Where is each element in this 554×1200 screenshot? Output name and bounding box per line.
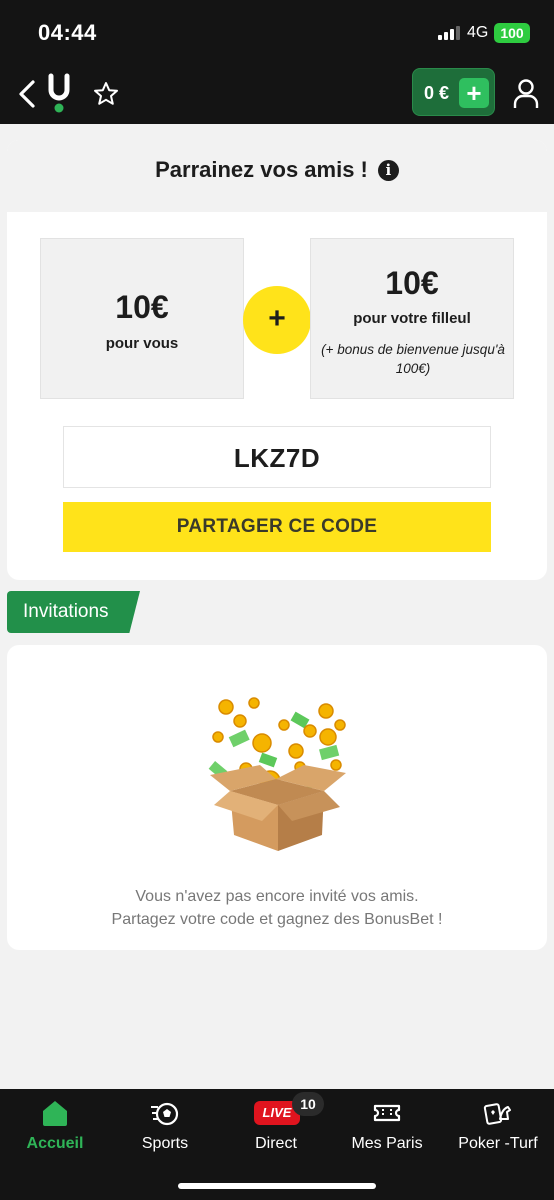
tab-invitations[interactable]: Invitations — [7, 591, 140, 633]
plus-icon: + — [243, 286, 311, 354]
cards-horse-icon — [483, 1103, 511, 1125]
status-bar: 04:44 4G 100 — [0, 0, 554, 62]
battery-icon: 100 — [494, 23, 530, 43]
reward-for-friend: 10€ pour votre filleul (+ bonus de bienv… — [310, 238, 514, 399]
home-indicator[interactable] — [178, 1183, 376, 1189]
network-type: 4G — [467, 24, 489, 41]
gift-box-coins-illustration — [208, 697, 346, 851]
reward-friend-label: pour votre filleul — [353, 310, 471, 327]
wallet-button[interactable]: 0 € + — [412, 68, 495, 116]
unibet-logo[interactable] — [46, 72, 72, 114]
user-account-icon[interactable] — [512, 78, 540, 110]
referral-code[interactable]: LKZ7D — [63, 426, 491, 488]
nav-label-sports: Sports — [141, 1135, 189, 1152]
back-arrow-icon[interactable] — [14, 78, 40, 110]
ticket-icon — [373, 1104, 401, 1122]
page-title-text: Parrainez vos amis ! — [155, 157, 368, 183]
nav-label-poker-turf: Poker -Turf — [458, 1135, 538, 1152]
reward-you-label: pour vous — [105, 335, 179, 352]
nav-item-accueil[interactable]: Accueil — [0, 1089, 110, 1169]
soccer-ball-icon — [151, 1102, 179, 1126]
wallet-balance: 0 € — [424, 83, 450, 103]
page-title: Parrainez vos amis ! i — [0, 156, 554, 183]
empty-message-line2: Partagez votre code et gagnez des BonusB… — [111, 911, 443, 928]
reward-friend-amount: 10€ — [385, 265, 439, 301]
nav-label-direct: Direct — [255, 1135, 297, 1152]
signal-icon — [438, 26, 460, 40]
favorite-star-icon[interactable] — [92, 80, 120, 108]
live-count-badge: 10 — [292, 1092, 324, 1116]
share-code-button[interactable]: PARTAGER CE CODE — [63, 502, 491, 552]
empty-message-line1: Vous n'avez pas encore invité vos amis. — [135, 888, 419, 905]
nav-item-sports[interactable]: Sports — [110, 1089, 220, 1169]
nav-label-accueil: Accueil — [26, 1135, 84, 1152]
reward-friend-note: (+ bonus de bienvenue jusqu'à 100€) — [321, 342, 505, 376]
deposit-plus-button[interactable]: + — [459, 78, 489, 108]
app-header: 0 € + — [0, 62, 554, 124]
status-time: 04:44 — [38, 20, 97, 45]
nav-item-mes-paris[interactable]: Mes Paris — [332, 1089, 442, 1169]
home-icon — [43, 1101, 67, 1126]
nav-label-mes-paris: Mes Paris — [351, 1135, 423, 1152]
reward-for-you: 10€ pour vous — [40, 238, 244, 399]
reward-you-amount: 10€ — [115, 289, 169, 325]
nav-item-poker-turf[interactable]: Poker -Turf — [442, 1089, 554, 1169]
info-icon[interactable]: i — [377, 159, 399, 181]
